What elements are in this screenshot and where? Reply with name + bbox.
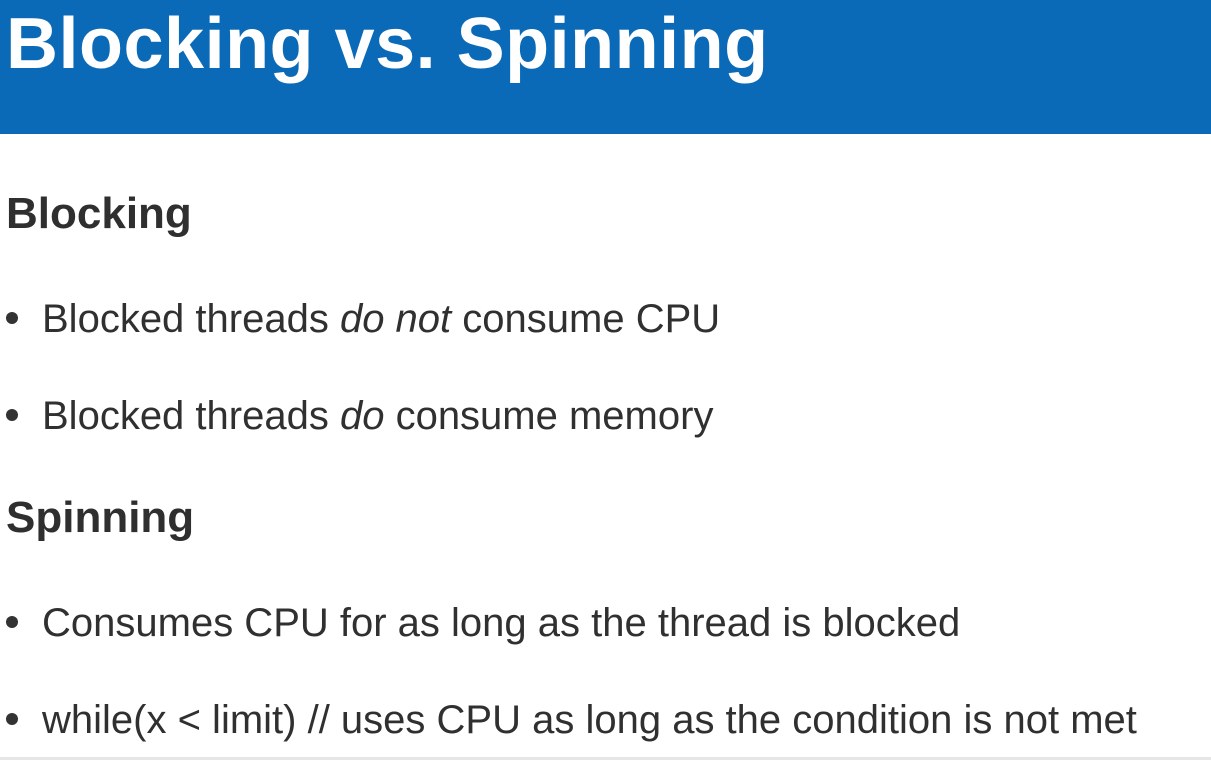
bullet-text-before: Blocked threads: [42, 394, 340, 438]
bullet-text-after: consume CPU: [451, 297, 721, 341]
bullet-text: Blocked threads do consume memory: [42, 391, 713, 441]
bullet-dot-icon: [6, 312, 18, 324]
section-heading-blocking: Blocking: [6, 189, 192, 238]
bullet-dot-icon: [6, 713, 18, 725]
bullet-text-emphasis: do not: [339, 297, 452, 341]
bullet-dot-icon: [6, 409, 18, 421]
bullet-text-after: consume memory: [384, 394, 714, 438]
bullet-text-before: Blocked threads: [42, 297, 340, 341]
section-heading-spinning: Spinning: [6, 493, 195, 542]
bullet-text: Blocked threads do not consume CPU: [42, 294, 720, 344]
bullet-text-emphasis: do: [339, 394, 385, 438]
bullet-text: Consumes CPU for as long as the thread i…: [42, 601, 961, 645]
slide-title: Blocking vs. Spinning: [6, 4, 769, 84]
bullet-text: while(x < limit) // uses CPU as long as …: [42, 698, 1137, 742]
title-bar: Blocking vs. Spinning: [0, 0, 1211, 134]
bullet-dot-icon: [6, 616, 18, 628]
